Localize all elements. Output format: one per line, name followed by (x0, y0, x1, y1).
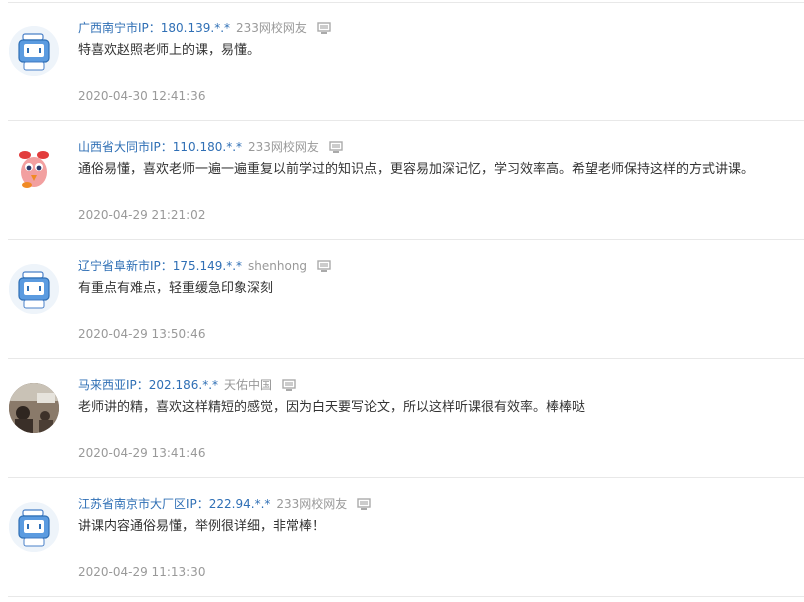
comment-time: 2020-04-29 13:41:46 (78, 446, 206, 460)
bird-avatar (9, 145, 59, 195)
comment-time: 2020-04-29 13:50:46 (78, 327, 206, 341)
comment-item: 广西南宁市IP：180.139.*.* 233网校网友 特喜欢赵照老师上的课，易懂… (8, 2, 804, 121)
comment-text: 通俗易懂，喜欢老师一遍一遍重复以前学过的知识点，更容易加深记忆，学习效率高。希望… (78, 162, 755, 177)
comment-location[interactable]: 江苏省南京市大厂区IP：222.94.*.* (78, 497, 270, 511)
computer-icon (317, 260, 331, 277)
comment-item: 辽宁省阜新市IP：175.149.*.* shenhong 有重点有难点，轻重缓急… (8, 240, 804, 359)
computer-icon (357, 498, 372, 515)
comment-text: 有重点有难点，轻重缓急印象深刻 (78, 281, 274, 296)
comment-item: 山西省大同市IP：110.180.*.* 233网校网友 通俗易懂，喜欢老师一遍一… (8, 121, 804, 240)
comment-text: 特喜欢赵照老师上的课，易懂。 (78, 43, 261, 58)
comment-username: 233网校网友 (248, 140, 319, 154)
computer-icon (317, 22, 331, 39)
comment-location[interactable]: 辽宁省阜新市IP：175.149.*.* (78, 259, 242, 273)
comment-item: 江苏省南京市大厂区IP：222.94.*.* 233网校网友 讲课内容通俗易懂，举… (8, 478, 804, 597)
photo-avatar (9, 383, 59, 433)
robot-avatar (9, 502, 59, 552)
robot-avatar (9, 264, 59, 314)
comment-time: 2020-04-30 12:41:36 (78, 89, 206, 103)
comment-item: 马来西亚IP：202.186.*.* 天佑中国 老师讲的精，喜欢这样精短的感觉，因… (8, 359, 804, 478)
comment-time: 2020-04-29 11:13:30 (78, 565, 206, 579)
comment-username: 233网校网友 (236, 21, 307, 35)
comment-username: shenhong (248, 259, 308, 273)
comment-text: 讲课内容通俗易懂，举例很详细，非常棒！ (78, 519, 326, 534)
comment-location[interactable]: 马来西亚IP：202.186.*.* (78, 378, 218, 392)
comment-text: 老师讲的精，喜欢这样精短的感觉，因为白天要写论文，所以这样听课很有效率。棒棒哒 (78, 400, 586, 415)
comment-username: 天佑中国 (224, 378, 273, 392)
comment-location[interactable]: 山西省大同市IP：110.180.*.* (78, 140, 242, 154)
comment-username: 233网校网友 (276, 497, 348, 511)
comment-time: 2020-04-29 21:21:02 (78, 208, 206, 222)
computer-icon (282, 379, 296, 396)
robot-avatar (9, 26, 59, 76)
comment-location[interactable]: 广西南宁市IP：180.139.*.* (78, 21, 230, 35)
computer-icon (329, 141, 343, 158)
